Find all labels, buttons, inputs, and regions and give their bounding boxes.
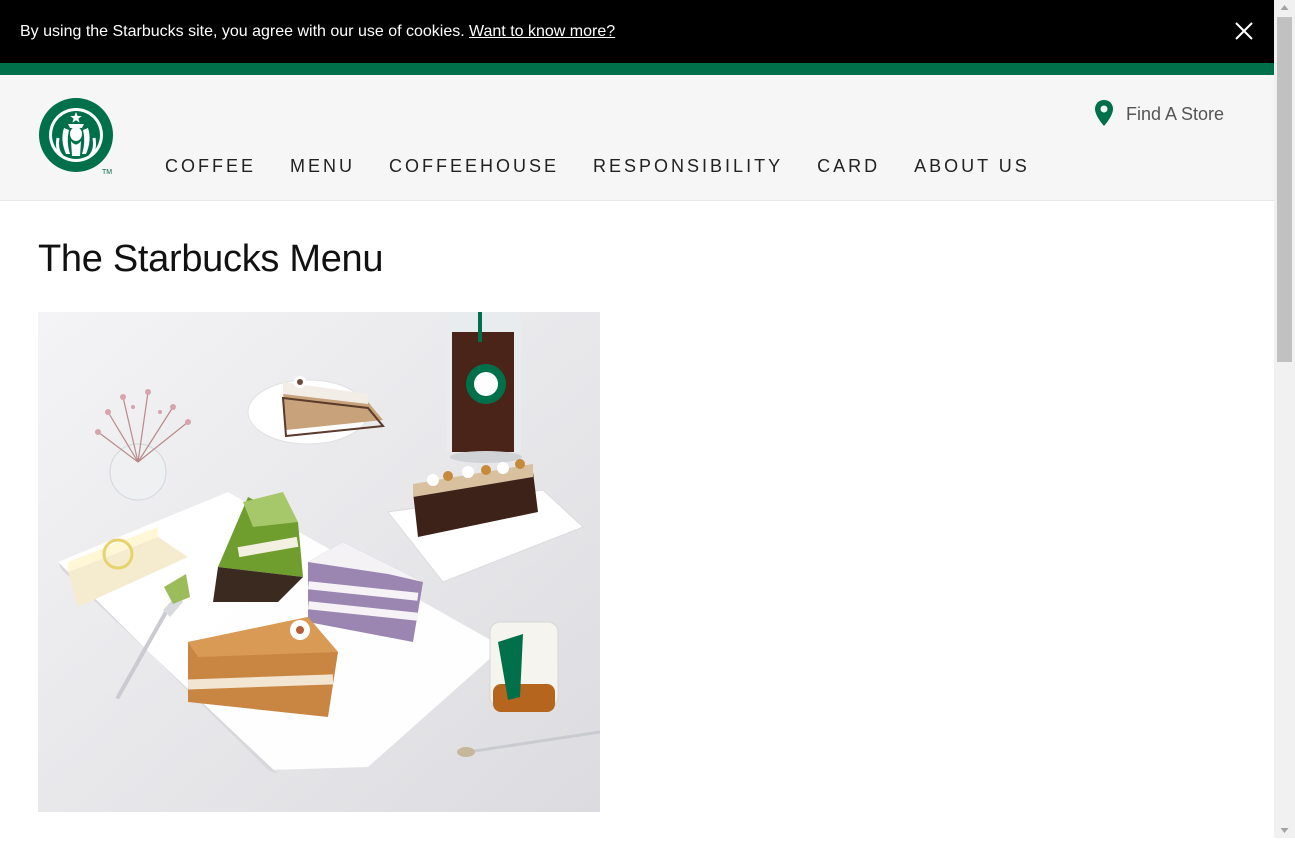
- scroll-up-arrow-icon[interactable]: [1274, 0, 1295, 17]
- nav-item-about-us[interactable]: ABOUT US: [914, 155, 1030, 179]
- scrollbar-thumb[interactable]: [1277, 17, 1292, 362]
- nav-item-responsibility[interactable]: RESPONSIBILITY: [593, 155, 783, 179]
- nav-item-coffeehouse[interactable]: COFFEEHOUSE: [389, 155, 559, 179]
- page: By using the Starbucks site, you agree w…: [0, 0, 1274, 838]
- cookie-learn-more-link[interactable]: Want to know more?: [469, 22, 615, 42]
- page-title: The Starbucks Menu: [38, 238, 384, 280]
- starbucks-logo-icon[interactable]: TM: [38, 98, 116, 176]
- find-a-store-label: Find A Store: [1126, 104, 1225, 124]
- nav-item-coffee[interactable]: COFFEE: [165, 155, 256, 179]
- main-nav: COFFEE MENU COFFEEHOUSE RESPONSIBILITY C…: [165, 155, 1064, 179]
- scroll-down-arrow-icon[interactable]: [1274, 821, 1295, 838]
- svg-text:TM: TM: [102, 169, 112, 176]
- nav-item-card[interactable]: CARD: [817, 155, 880, 179]
- vertical-scrollbar[interactable]: [1274, 0, 1295, 838]
- brand-stripe: [0, 63, 1274, 75]
- cookie-banner-text: By using the Starbucks site, you agree w…: [20, 23, 465, 40]
- map-pin-icon: [1094, 99, 1114, 127]
- site-header: TM Find A Store COFFEE MENU COFFEEHOUSE …: [0, 75, 1274, 201]
- nav-item-menu[interactable]: MENU: [290, 155, 355, 179]
- cookie-banner: By using the Starbucks site, you agree w…: [0, 0, 1274, 63]
- menu-hero-image: [38, 312, 600, 812]
- close-icon[interactable]: [1233, 20, 1255, 42]
